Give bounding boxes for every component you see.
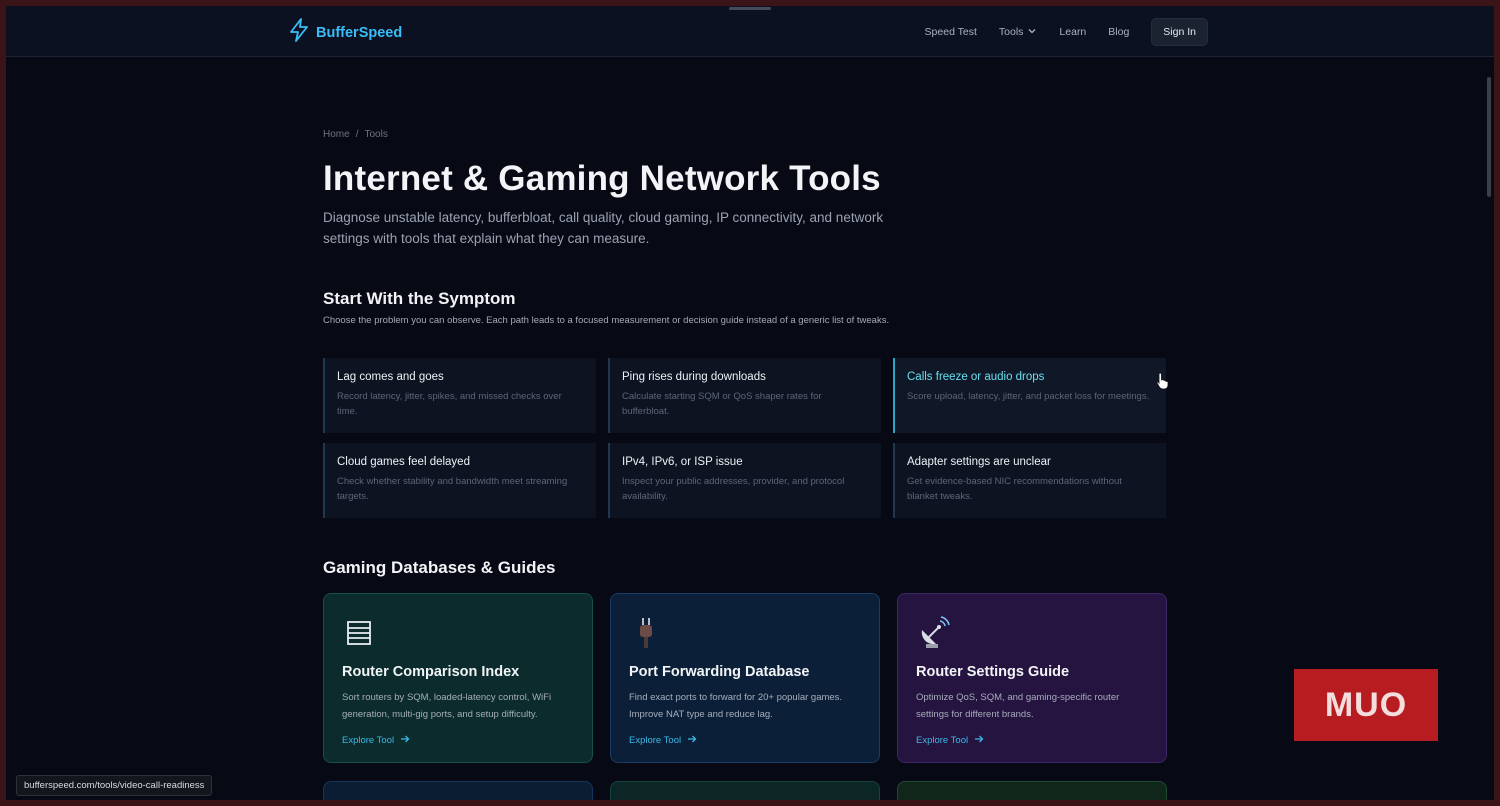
symptom-desc: Score upload, latency, jitter, and packe… bbox=[907, 391, 1150, 402]
guide-card-partial[interactable] bbox=[323, 781, 593, 800]
satellite-icon bbox=[916, 616, 950, 650]
page-title: Internet & Gaming Network Tools bbox=[323, 159, 881, 198]
nav-tools-dropdown[interactable]: Tools bbox=[999, 26, 1038, 39]
nav-tools-label: Tools bbox=[998, 26, 1024, 38]
brand-logo[interactable]: BufferSpeed bbox=[288, 18, 402, 47]
card-desc: Find exact ports to forward for 20+ popu… bbox=[629, 692, 843, 720]
top-navigation: BufferSpeed Speed Test Tools Learn Blog … bbox=[6, 6, 1494, 57]
arrow-right-icon bbox=[400, 734, 410, 747]
symptom-desc: Get evidence-based NIC recommendations w… bbox=[907, 476, 1122, 502]
browser-viewport: BufferSpeed Speed Test Tools Learn Blog … bbox=[6, 6, 1494, 800]
explore-tool-label: Explore Tool bbox=[629, 735, 682, 746]
scrollbar[interactable] bbox=[1485, 57, 1493, 800]
breadcrumb: Home / Tools bbox=[323, 129, 388, 140]
explore-tool-label: Explore Tool bbox=[342, 735, 395, 746]
arrow-right-icon bbox=[687, 734, 697, 747]
breadcrumb-separator: / bbox=[355, 129, 359, 140]
arrow-right-icon bbox=[974, 734, 984, 747]
symptom-desc: Inspect your public addresses, provider,… bbox=[622, 476, 845, 502]
breadcrumb-home[interactable]: Home bbox=[323, 129, 350, 140]
chevron-down-icon bbox=[1027, 26, 1037, 39]
nav-links: Speed Test Tools Learn Blog Sign In bbox=[925, 18, 1208, 46]
symptom-desc: Calculate starting SQM or QoS shaper rat… bbox=[622, 391, 822, 417]
symptom-title: IPv4, IPv6, or ISP issue bbox=[622, 456, 743, 468]
symptom-card-lag[interactable]: Lag comes and goes Record latency, jitte… bbox=[323, 358, 596, 433]
symptom-title: Adapter settings are unclear bbox=[907, 456, 1051, 468]
scrollbar-thumb[interactable] bbox=[1487, 77, 1491, 197]
card-desc: Optimize QoS, SQM, and gaming-specific r… bbox=[916, 692, 1120, 720]
symptom-subtitle: Choose the problem you can observe. Each… bbox=[323, 315, 890, 326]
symptom-title: Ping rises during downloads bbox=[622, 371, 766, 383]
explore-tool-link[interactable]: Explore Tool bbox=[342, 734, 410, 747]
lightning-icon bbox=[288, 18, 310, 47]
plug-icon bbox=[629, 616, 663, 650]
sign-in-button[interactable]: Sign In bbox=[1151, 18, 1208, 46]
status-bar-url: bufferspeed.com/tools/video-call-readine… bbox=[16, 775, 213, 796]
brand-name: BufferSpeed bbox=[316, 24, 403, 41]
symptom-heading: Start With the Symptom bbox=[323, 289, 516, 308]
list-icon bbox=[342, 616, 376, 650]
guide-card-port-forwarding[interactable]: Port Forwarding Database Find exact port… bbox=[610, 593, 880, 763]
window-notch bbox=[729, 7, 771, 10]
card-title: Port Forwarding Database bbox=[629, 664, 810, 680]
guide-card-partial[interactable] bbox=[610, 781, 880, 800]
symptom-card-ping[interactable]: Ping rises during downloads Calculate st… bbox=[608, 358, 881, 433]
symptom-desc: Record latency, jitter, spikes, and miss… bbox=[337, 391, 562, 417]
symptom-card-ip[interactable]: IPv4, IPv6, or ISP issue Inspect your pu… bbox=[608, 443, 881, 518]
nav-speed-test[interactable]: Speed Test bbox=[925, 26, 977, 38]
hand-cursor-icon bbox=[1156, 372, 1170, 395]
page-lead: Diagnose unstable latency, bufferbloat, … bbox=[323, 210, 884, 246]
muo-watermark: MUO bbox=[1294, 669, 1438, 741]
explore-tool-link[interactable]: Explore Tool bbox=[629, 734, 697, 747]
symptom-title: Lag comes and goes bbox=[337, 371, 444, 383]
explore-tool-label: Explore Tool bbox=[916, 735, 969, 746]
explore-tool-link[interactable]: Explore Tool bbox=[916, 734, 984, 747]
symptom-card-adapter[interactable]: Adapter settings are unclear Get evidenc… bbox=[893, 443, 1166, 518]
watermark-text: MUO bbox=[1324, 685, 1408, 724]
symptom-desc: Check whether stability and bandwidth me… bbox=[337, 476, 568, 502]
card-title: Router Settings Guide bbox=[916, 664, 1070, 680]
breadcrumb-current: Tools bbox=[364, 129, 388, 140]
card-desc: Sort routers by SQM, loaded-latency cont… bbox=[342, 692, 552, 720]
nav-blog[interactable]: Blog bbox=[1108, 26, 1129, 38]
symptom-title: Cloud games feel delayed bbox=[337, 456, 470, 468]
nav-learn[interactable]: Learn bbox=[1059, 26, 1086, 38]
card-title: Router Comparison Index bbox=[342, 664, 520, 680]
guide-card-router-settings[interactable]: Router Settings Guide Optimize QoS, SQM,… bbox=[897, 593, 1167, 763]
guide-card-partial[interactable] bbox=[897, 781, 1167, 800]
guides-heading: Gaming Databases & Guides bbox=[323, 558, 556, 577]
symptom-title: Calls freeze or audio drops bbox=[907, 371, 1045, 383]
symptom-card-cloud-games[interactable]: Cloud games feel delayed Check whether s… bbox=[323, 443, 596, 518]
guide-card-router-comparison[interactable]: Router Comparison Index Sort routers by … bbox=[323, 593, 593, 763]
symptom-card-calls[interactable]: Calls freeze or audio drops Score upload… bbox=[893, 358, 1166, 433]
